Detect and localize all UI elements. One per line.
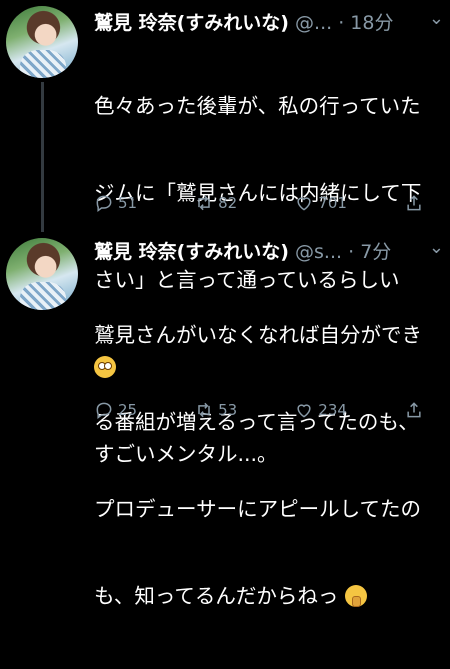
reply-icon: [96, 195, 112, 212]
tweet-text: 鷲見さんがいなくなれば自分ができ る番組が増えるって言ってたのも、 プロデューサ…: [94, 263, 444, 669]
reply-button[interactable]: 25: [94, 400, 137, 420]
tweet-line: 鷲見さんがいなくなれば自分ができ: [94, 323, 422, 347]
thread-connector-line: [41, 82, 44, 232]
chevron-down-icon[interactable]: ⌄: [429, 8, 444, 29]
retweet-count: 82: [218, 194, 238, 212]
reply-count: 51: [118, 194, 138, 212]
like-count: 234: [318, 401, 347, 419]
heart-icon: [297, 197, 311, 211]
tweet-line: プロデューサーにアピールしてたの: [94, 497, 421, 521]
tweet-actions: 51 82 701: [94, 193, 424, 213]
retweet-button[interactable]: 53: [194, 400, 237, 420]
tweet-actions: 25 53 234: [94, 400, 424, 420]
reply-icon: [96, 402, 112, 419]
share-button[interactable]: [404, 193, 424, 213]
retweet-count: 53: [218, 401, 238, 419]
avatar[interactable]: [6, 6, 78, 78]
heart-icon: [297, 404, 311, 418]
share-button[interactable]: [404, 400, 424, 420]
tweet-line: 色々あった後輩が、私の行っていた: [94, 94, 421, 118]
timestamp[interactable]: · 7分: [348, 241, 391, 263]
share-icon: [407, 195, 421, 211]
retweet-icon: [198, 402, 210, 418]
like-button[interactable]: 234: [294, 400, 347, 420]
tweet-header: 鷲見 玲奈(すみれいな) @s... · 7分: [94, 237, 391, 264]
shushing-face-emoji: [344, 585, 367, 607]
retweet-button[interactable]: 82: [194, 193, 237, 213]
display-name[interactable]: 鷲見 玲奈(すみれいな): [94, 12, 289, 34]
timestamp[interactable]: · 18分: [338, 12, 393, 34]
user-handle[interactable]: @...: [295, 12, 332, 34]
reply-button[interactable]: 51: [94, 193, 137, 213]
retweet-icon: [198, 195, 210, 211]
display-name[interactable]: 鷲見 玲奈(すみれいな): [94, 241, 289, 263]
avatar[interactable]: [6, 238, 78, 310]
tweet-line: も、知ってるんだからねっ: [94, 584, 339, 608]
chevron-down-icon[interactable]: ⌄: [429, 237, 444, 258]
tweet-header: 鷲見 玲奈(すみれいな) @... · 18分: [94, 8, 393, 35]
reply-count: 25: [118, 401, 138, 419]
like-count: 701: [318, 194, 347, 212]
like-button[interactable]: 701: [294, 193, 347, 213]
share-icon: [407, 402, 421, 418]
user-handle[interactable]: @s...: [295, 241, 342, 263]
